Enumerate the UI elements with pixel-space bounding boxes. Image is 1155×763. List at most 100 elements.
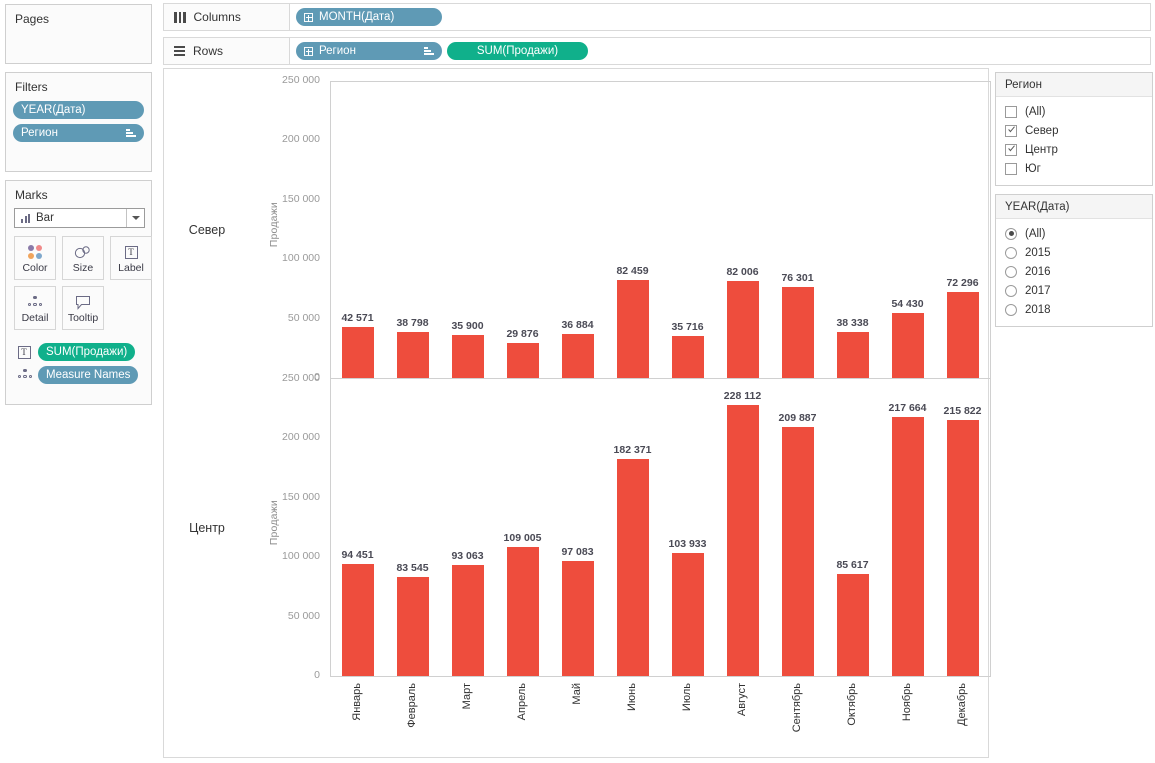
rows-icon	[174, 46, 185, 56]
bar[interactable]	[891, 417, 924, 676]
bar[interactable]	[506, 546, 539, 676]
year-filter-option-2015[interactable]: 2015	[996, 243, 1152, 262]
sort-icon[interactable]	[120, 129, 136, 137]
region-filter-option-sever[interactable]: Север	[996, 121, 1152, 140]
region-filter-options: (All) Север Центр Юг	[996, 97, 1152, 178]
rows-shelf-label: Rows	[164, 38, 290, 64]
rows-pill-region-label: Регион	[319, 45, 356, 57]
x-axis-tick-label: Октябрь	[845, 683, 858, 726]
marks-pill-measure-names[interactable]: Measure Names	[38, 366, 139, 384]
bar[interactable]	[671, 552, 704, 676]
expand-plus-icon[interactable]	[304, 12, 313, 22]
bar[interactable]	[726, 405, 759, 676]
bar[interactable]	[616, 280, 649, 378]
y-axis-title: Продажи	[268, 499, 280, 545]
year-filter-option-2018[interactable]: 2018	[996, 300, 1152, 319]
year-filter-option-2017[interactable]: 2017	[996, 281, 1152, 300]
bar[interactable]	[396, 576, 429, 676]
filter-pill-year[interactable]: YEAR(Дата)	[13, 101, 144, 119]
bar-value-label: 72 296	[946, 277, 979, 290]
bar[interactable]	[341, 563, 374, 676]
checkbox-icon[interactable]	[1005, 162, 1017, 175]
marks-type-label: Bar	[36, 212, 54, 224]
bar-value-label: 36 884	[561, 319, 594, 332]
region-filter-card[interactable]: Регион (All) Север Центр Юг	[995, 72, 1153, 186]
bar[interactable]	[726, 280, 759, 378]
marks-color-button[interactable]: Color	[14, 236, 56, 280]
y-axis-tick: 0	[314, 669, 320, 681]
radio-selected-icon[interactable]	[1005, 227, 1017, 240]
marks-label-label: Label	[118, 262, 144, 274]
y-axis-tick: 50 000	[287, 311, 320, 324]
checkbox-checked-icon[interactable]	[1005, 124, 1017, 137]
rows-pill-sum-prodazhi[interactable]: SUM(Продажи)	[447, 42, 588, 60]
marks-size-button[interactable]: Size	[62, 236, 104, 280]
checkbox-checked-icon[interactable]	[1005, 143, 1017, 156]
chart-view: Север Центр Продажи 0 50 000 100 000 150 000 2…	[163, 68, 991, 758]
filter-pill-region-label: Регион	[21, 127, 58, 139]
marks-label-button[interactable]: T Label	[110, 236, 152, 280]
radio-icon[interactable]	[1005, 284, 1017, 297]
marks-card[interactable]: Marks Bar Color Size T Label Detail Tool…	[5, 180, 152, 405]
x-axis-line	[330, 378, 990, 379]
checkbox-icon[interactable]	[1005, 105, 1017, 118]
region-filter-option-yug[interactable]: Юг	[996, 159, 1152, 178]
bar[interactable]	[946, 292, 979, 378]
bar[interactable]	[836, 574, 869, 676]
sort-icon[interactable]	[418, 47, 434, 55]
bar[interactable]	[506, 342, 539, 378]
columns-shelf[interactable]: Columns MONTH(Дата)	[163, 3, 1151, 31]
bar[interactable]	[781, 426, 814, 676]
bar-value-label: 109 005	[503, 531, 542, 544]
filter-pill-region[interactable]: Регион	[13, 124, 144, 142]
bar[interactable]	[946, 419, 979, 676]
bar[interactable]	[451, 565, 484, 676]
x-axis-tick-label: Апрель	[515, 683, 528, 721]
rows-pill-region[interactable]: Регион	[296, 42, 442, 60]
radio-icon[interactable]	[1005, 303, 1017, 316]
marks-tooltip-button[interactable]: Tooltip	[62, 286, 104, 330]
bar[interactable]	[891, 313, 924, 378]
year-filter-option-2016[interactable]: 2016	[996, 262, 1152, 281]
x-axis-tick-label: Март	[460, 683, 473, 710]
marks-type-dropdown[interactable]: Bar	[14, 208, 145, 228]
x-axis-tick-label: Июль	[680, 683, 693, 712]
marks-pill-sum-prodazhi[interactable]: SUM(Продажи)	[38, 343, 136, 361]
bar[interactable]	[341, 327, 374, 378]
columns-pill-month-data[interactable]: MONTH(Дата)	[296, 8, 442, 26]
bar[interactable]	[396, 331, 429, 378]
bar[interactable]	[836, 332, 869, 378]
chevron-down-icon[interactable]	[126, 209, 144, 227]
marks-detail-button[interactable]: Detail	[14, 286, 56, 330]
columns-icon	[174, 11, 186, 23]
filters-card[interactable]: Filters YEAR(Дата) Регион	[5, 72, 152, 172]
bar-value-label: 83 545	[396, 561, 429, 574]
year-filter-options: (All) 2015 2016 2017 2018	[996, 219, 1152, 319]
year-filter-option-all[interactable]: (All)	[996, 224, 1152, 243]
rows-shelf-dropzone[interactable]: Регион SUM(Продажи)	[290, 38, 1150, 64]
bar[interactable]	[616, 459, 649, 676]
marks-color-label: Color	[22, 262, 48, 274]
bar-value-label: 94 451	[341, 548, 374, 561]
rows-shelf[interactable]: Rows Регион SUM(Продажи)	[163, 37, 1151, 65]
row-headers: Север Центр	[164, 69, 250, 757]
region-filter-option-all-label: (All)	[1025, 105, 1046, 118]
pages-card[interactable]: Pages	[5, 4, 152, 64]
y-axis-tick: 150 000	[282, 490, 320, 503]
bar[interactable]	[561, 334, 594, 378]
columns-shelf-dropzone[interactable]: MONTH(Дата)	[290, 4, 1150, 30]
bar[interactable]	[781, 287, 814, 378]
bar[interactable]	[451, 335, 484, 378]
year-filter-card[interactable]: YEAR(Дата) (All) 2015 2016 2017 2018	[995, 194, 1153, 327]
radio-icon[interactable]	[1005, 265, 1017, 278]
bar[interactable]	[561, 560, 594, 676]
expand-plus-icon[interactable]	[304, 46, 313, 56]
bar-value-label: 228 112	[723, 390, 762, 402]
bar-value-label: 76 301	[781, 272, 814, 285]
radio-icon[interactable]	[1005, 246, 1017, 259]
region-filter-option-all[interactable]: (All)	[996, 102, 1152, 121]
marks-pill-measure-names-label: Measure Names	[46, 369, 131, 381]
bar[interactable]	[671, 335, 704, 378]
marks-title: Marks	[6, 181, 151, 207]
region-filter-option-centr[interactable]: Центр	[996, 140, 1152, 159]
